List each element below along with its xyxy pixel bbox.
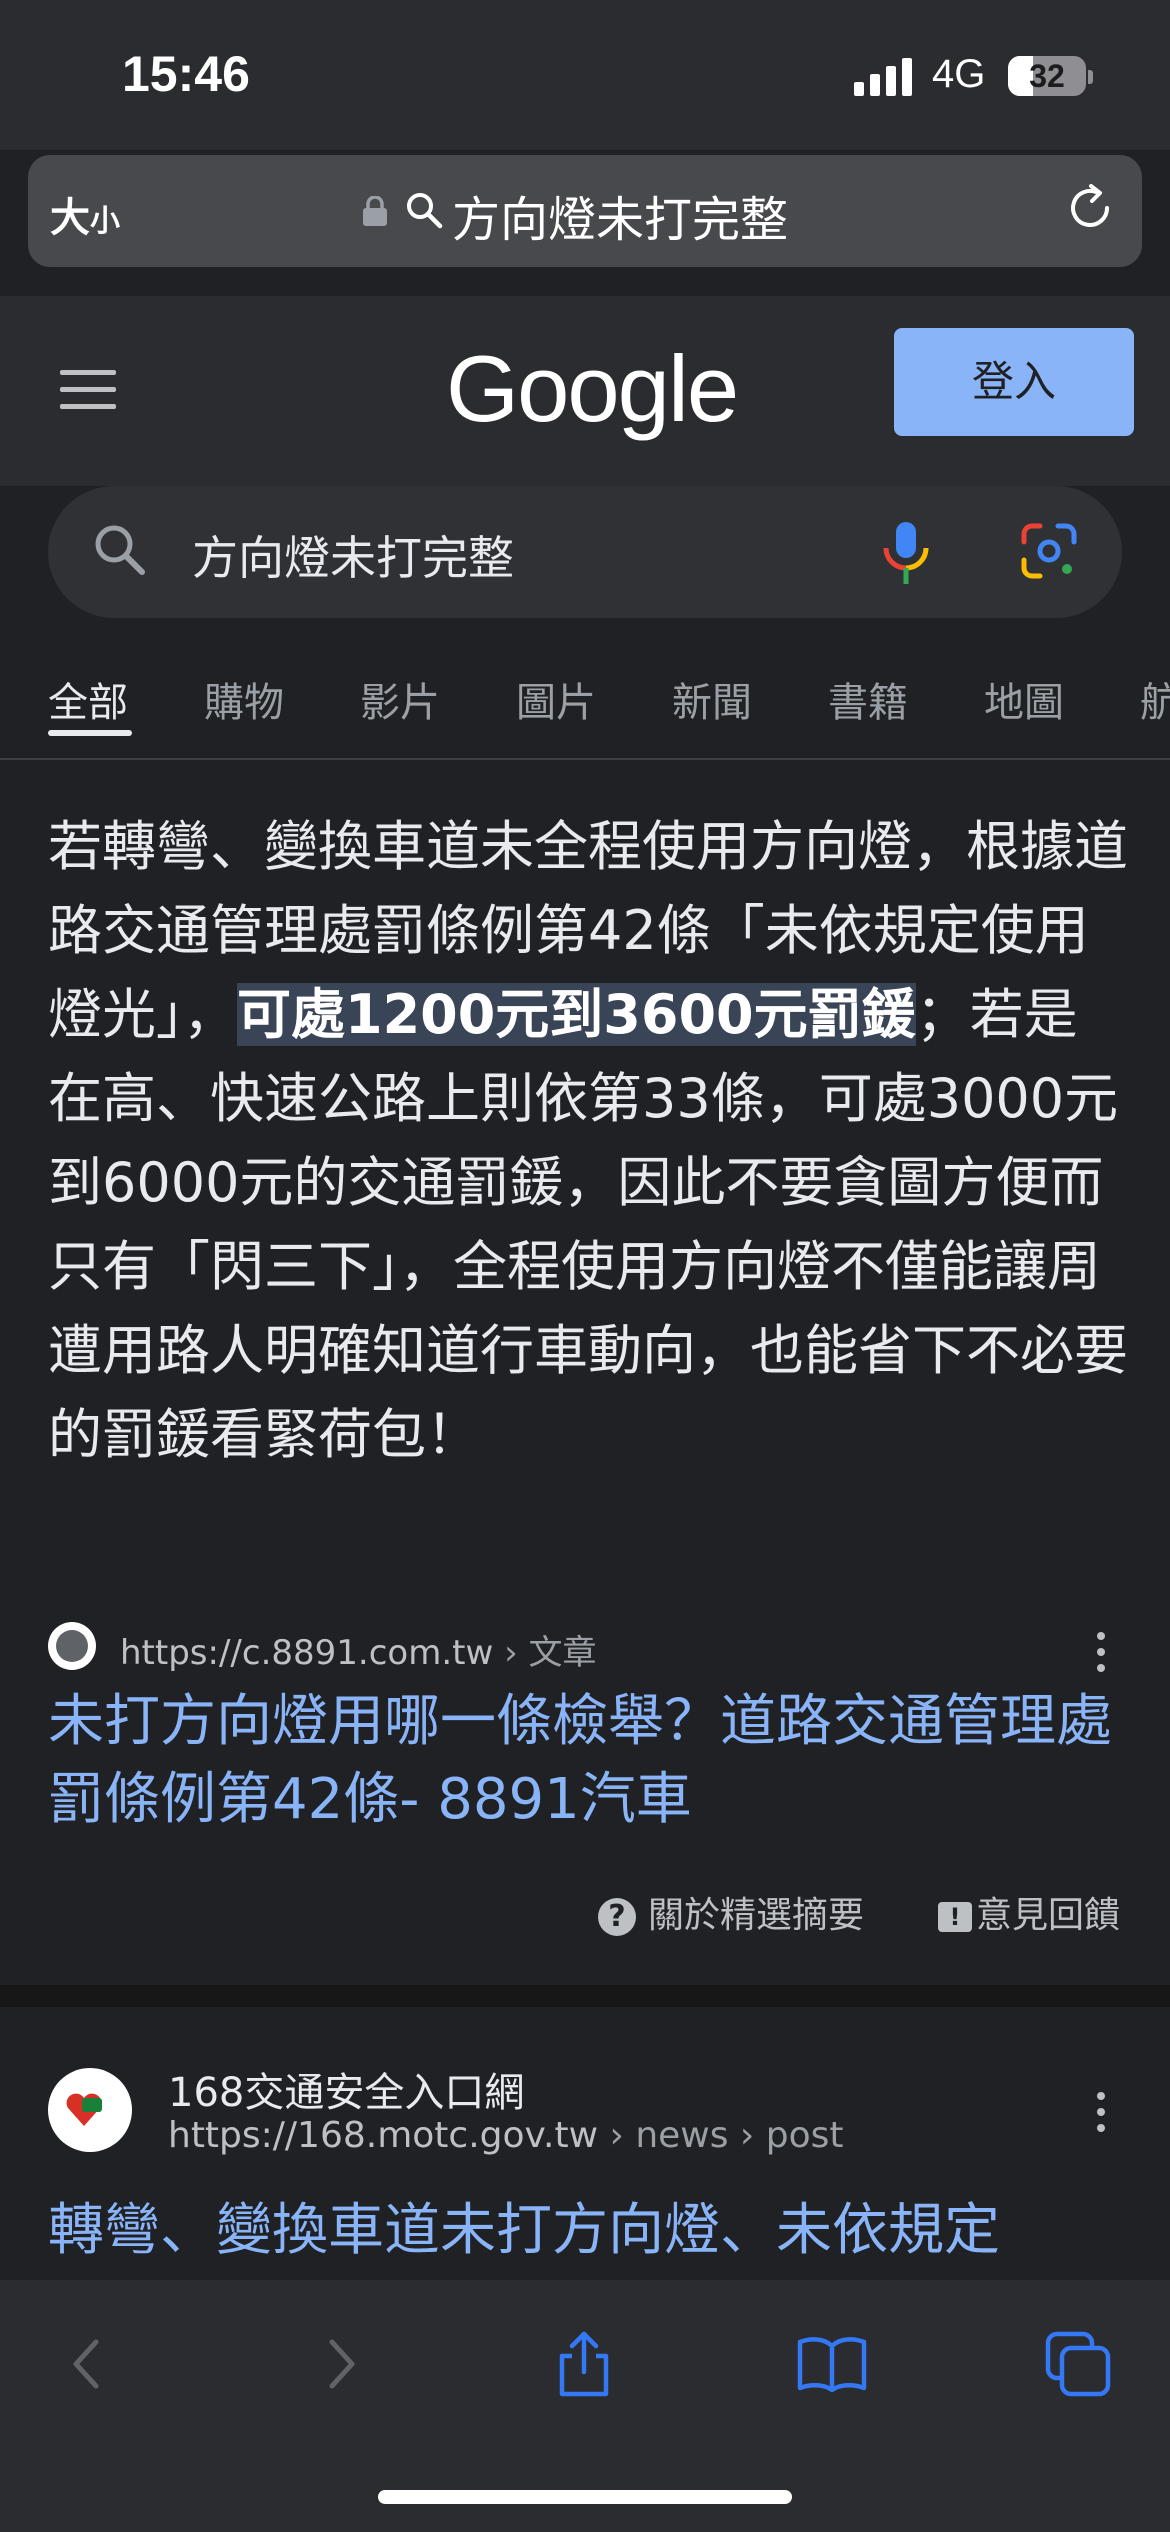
hamburger-menu-icon[interactable] <box>60 370 116 410</box>
network-type: 4G <box>932 52 986 96</box>
search-tabs: 全部 購物 影片 圖片 新聞 書籍 地圖 航 <box>0 658 1170 758</box>
text-size-small: 小 <box>90 204 120 239</box>
search-icon <box>95 525 145 575</box>
lock-icon <box>363 196 387 226</box>
section-separator <box>0 1985 1170 2007</box>
more-options-icon[interactable] <box>1094 2092 1106 2136</box>
bookmarks-icon[interactable] <box>796 2328 868 2400</box>
battery-icon: 32 <box>1008 56 1086 96</box>
tab-videos[interactable]: 影片 <box>360 670 440 728</box>
google-lens-icon[interactable] <box>1018 520 1080 582</box>
search-input[interactable]: 方向燈未打完整 <box>192 522 514 588</box>
result-link[interactable]: 轉彎、變換車道未打方向燈、未依規定 <box>48 2192 1138 2282</box>
source-url-text: https://c.8891.com.tw <box>120 1633 494 1673</box>
feedback-icon: ! <box>938 1902 972 1932</box>
tab-all[interactable]: 全部 <box>48 670 128 728</box>
result-site-name: 168交通安全入口網 <box>168 2070 525 2116</box>
home-indicator[interactable] <box>378 2490 792 2504</box>
signin-button[interactable]: 登入 <box>894 328 1134 436</box>
text-size-button[interactable]: 大小 <box>50 185 120 243</box>
feedback-label: 意見回饋 <box>976 1895 1121 1936</box>
featured-snippet-text: 若轉彎、變換車道未全程使用方向燈，根據道路交通管理處罰條例第42條「未依規定使用… <box>48 805 1128 1477</box>
battery-cap <box>1088 70 1093 84</box>
feedback-button[interactable]: ! 意見回饋 <box>938 1886 1120 1938</box>
tab-maps[interactable]: 地圖 <box>984 670 1064 728</box>
google-logo[interactable]: Google <box>446 335 739 443</box>
tab-news[interactable]: 新聞 <box>672 670 752 728</box>
tab-shopping[interactable]: 購物 <box>204 670 284 728</box>
cellular-signal-icon <box>854 58 914 96</box>
result-url-text: https://168.motc.gov.tw <box>168 2115 599 2156</box>
battery-level: 32 <box>1029 58 1065 94</box>
snippet-source-url[interactable]: https://c.8891.com.tw › 文章 <box>120 1625 597 1674</box>
tab-books[interactable]: 書籍 <box>828 670 908 728</box>
text-size-big: 大 <box>50 195 90 241</box>
active-tab-indicator <box>48 730 132 736</box>
heart-logo-icon <box>66 2093 102 2126</box>
more-options-icon[interactable] <box>1094 1632 1106 1676</box>
help-circle-icon: ? <box>598 1898 636 1936</box>
forward-icon[interactable] <box>304 2328 376 2400</box>
tab-images[interactable]: 圖片 <box>516 670 596 728</box>
address-bar-query[interactable]: 方向燈未打完整 <box>452 180 788 250</box>
divider <box>0 758 1170 760</box>
snippet-highlight: 可處1200元到3600元罰鍰 <box>237 983 916 1046</box>
about-label: 關於精選摘要 <box>648 1895 865 1936</box>
tabs-icon[interactable] <box>1042 2328 1114 2400</box>
status-time: 15:46 <box>122 46 250 102</box>
result-breadcrumb: › news › post <box>598 2115 844 2156</box>
globe-icon-inner <box>56 1630 88 1662</box>
snippet-text-after: ；若是在高、快速公路上則依第33條，可處3000元到6000元的交通罰鍰，因此不… <box>48 983 1128 1466</box>
source-breadcrumb: › 文章 <box>493 1633 597 1673</box>
back-icon[interactable] <box>52 2328 124 2400</box>
result-site-url[interactable]: https://168.motc.gov.tw › news › post <box>168 2115 844 2156</box>
snippet-result-link[interactable]: 未打方向燈用哪一條檢舉？道路交通管理處罰條例第42條- 8891汽車 <box>48 1683 1138 1839</box>
about-featured-snippets-button[interactable]: ? 關於精選摘要 <box>598 1886 864 1938</box>
search-icon <box>407 193 443 229</box>
tab-flights[interactable]: 航 <box>1140 670 1170 728</box>
microphone-icon[interactable] <box>878 518 934 588</box>
reload-icon[interactable] <box>1062 180 1118 236</box>
share-icon[interactable] <box>548 2328 620 2400</box>
